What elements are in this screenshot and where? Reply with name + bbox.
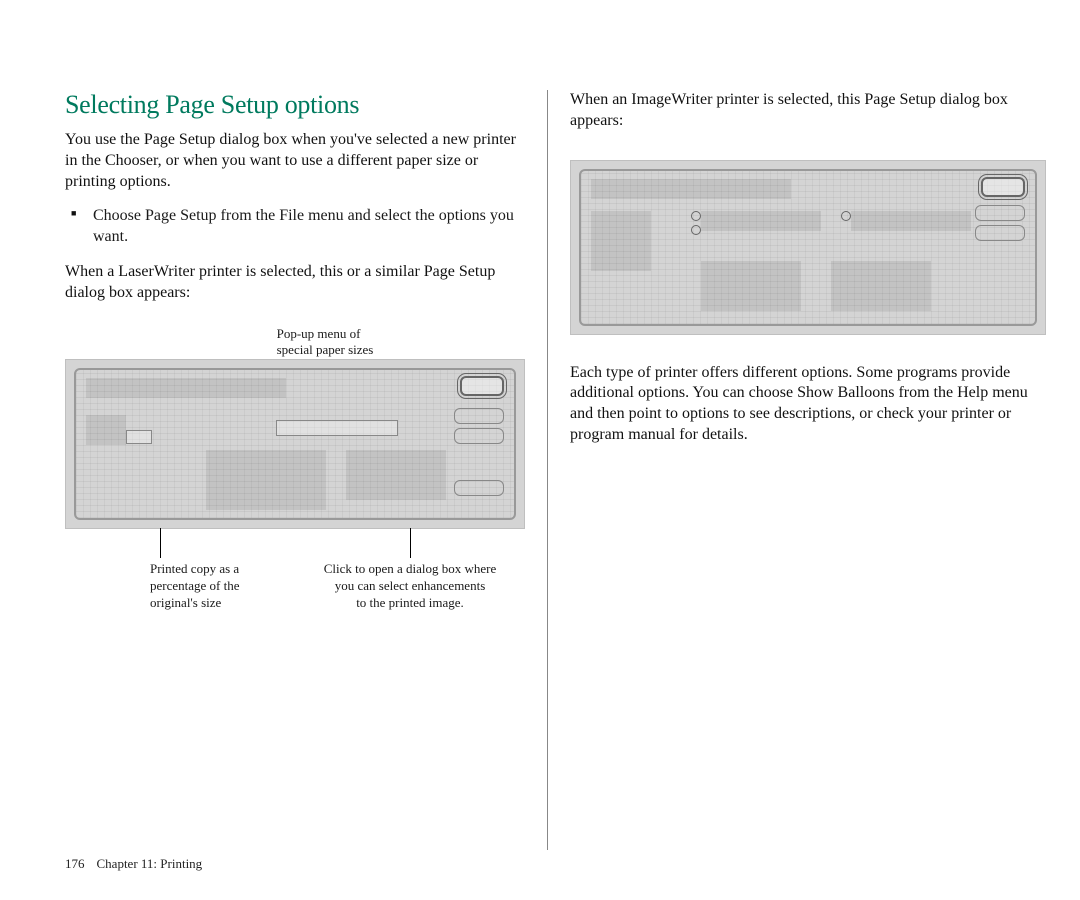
two-column-layout: Selecting Page Setup options You use the… xyxy=(65,90,1040,850)
dialog-percentage-field xyxy=(126,430,152,444)
dialog-textblock xyxy=(86,415,126,445)
document-page: Selecting Page Setup options You use the… xyxy=(0,0,1080,900)
dialog-options-button xyxy=(454,480,504,496)
dialog-textblock xyxy=(591,179,791,199)
closing-paragraph: Each type of printer offers different op… xyxy=(570,363,1046,446)
dialog-textblock xyxy=(831,261,931,311)
dialog-popup-menu xyxy=(276,420,398,436)
imagewriter-note: When an ImageWriter printer is selected,… xyxy=(570,90,1046,132)
dialog-textblock xyxy=(346,450,446,500)
intro-paragraph: You use the Page Setup dialog box when y… xyxy=(65,130,525,192)
caption-printed-copy: Printed copy as a percentage of the orig… xyxy=(150,529,270,612)
caption-text-enhancements: Click to open a dialog box where you can… xyxy=(324,561,497,612)
dialog-ok-button xyxy=(981,177,1025,197)
caption-text-percentage: Printed copy as a percentage of the orig… xyxy=(150,561,240,612)
leader-line xyxy=(410,528,411,558)
dialog-textblock xyxy=(701,211,821,231)
dialog-ok-button xyxy=(460,376,504,396)
dialog-textblock xyxy=(851,211,971,231)
page-number: 176 xyxy=(65,856,85,871)
radio-icon xyxy=(691,225,701,235)
instruction-item: Choose Page Setup from the File menu and… xyxy=(91,206,525,248)
laserwriter-note: When a LaserWriter printer is selected, … xyxy=(65,262,525,304)
dialog-button xyxy=(975,225,1025,241)
section-heading: Selecting Page Setup options xyxy=(65,90,525,120)
top-caption-wrap: Pop-up menu of special paper sizes xyxy=(65,326,525,360)
caption-enhancements: Click to open a dialog box where you can… xyxy=(300,529,520,612)
caption-popup-menu: Pop-up menu of special paper sizes xyxy=(277,326,374,360)
instruction-list: Choose Page Setup from the File menu and… xyxy=(65,206,525,248)
dialog-button xyxy=(454,408,504,424)
right-column: When an ImageWriter printer is selected,… xyxy=(547,90,1046,850)
dialog-textblock xyxy=(701,261,801,311)
laserwriter-dialog-screenshot xyxy=(65,359,525,529)
dialog-textblock xyxy=(591,211,651,271)
dialog-button xyxy=(975,205,1025,221)
bottom-captions: Printed copy as a percentage of the orig… xyxy=(65,529,525,612)
imagewriter-dialog-screenshot xyxy=(570,160,1046,335)
dialog-textblock xyxy=(206,450,326,510)
page-footer: 176 Chapter 11: Printing xyxy=(65,856,202,872)
chapter-label: Chapter 11: Printing xyxy=(97,856,203,871)
leader-line xyxy=(160,528,161,558)
laserwriter-figure: Pop-up menu of special paper sizes xyxy=(65,326,525,612)
dialog-textblock xyxy=(86,378,286,398)
dialog-button xyxy=(454,428,504,444)
radio-icon xyxy=(841,211,851,221)
radio-icon xyxy=(691,211,701,221)
left-column: Selecting Page Setup options You use the… xyxy=(65,90,547,850)
